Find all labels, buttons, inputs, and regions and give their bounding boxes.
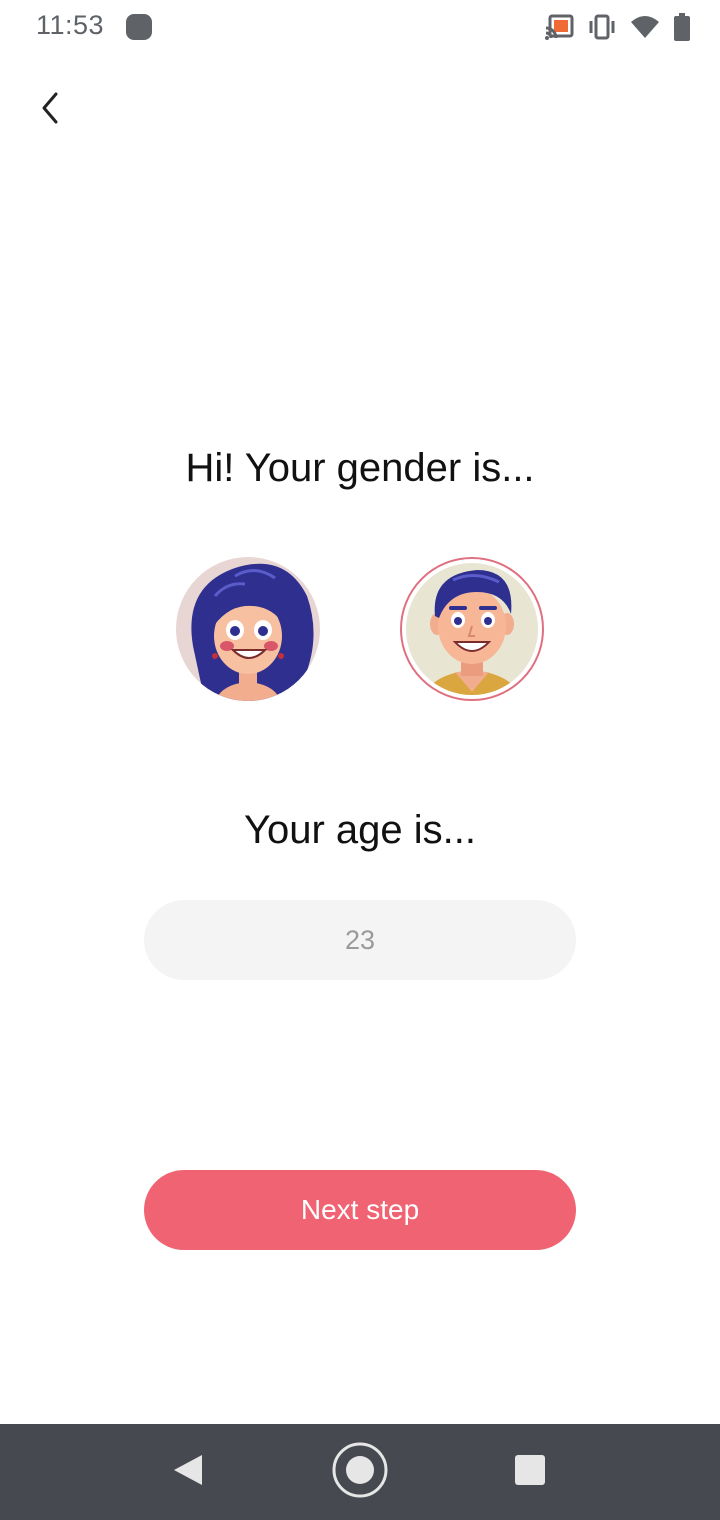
- battery-icon: [674, 13, 690, 41]
- gender-title: Hi! Your gender is...: [185, 446, 535, 490]
- vibrate-icon: [588, 14, 616, 40]
- next-step-button[interactable]: Next step: [144, 1170, 576, 1250]
- chevron-left-icon: [38, 90, 62, 131]
- wifi-icon: [630, 14, 660, 40]
- nav-recents-button[interactable]: [500, 1442, 560, 1502]
- status-time: 11:53: [36, 10, 105, 40]
- male-avatar-icon: [399, 556, 545, 702]
- gender-age-screen: 11:53 Hi! Your gender is... Your age is.…: [0, 0, 720, 1520]
- age-title: Your age is...: [243, 808, 476, 852]
- nav-home-icon: [331, 1441, 389, 1504]
- nav-home-button[interactable]: [330, 1442, 390, 1502]
- age-input[interactable]: 23: [144, 900, 576, 980]
- age-value: 23: [344, 924, 376, 955]
- nav-recents-icon: [514, 1454, 546, 1491]
- cast-icon: [544, 14, 574, 40]
- gender-option-male[interactable]: [399, 556, 545, 702]
- status-icons: [544, 10, 690, 44]
- status-bar: 11:53: [0, 0, 720, 56]
- nav-back-icon: [172, 1453, 204, 1492]
- navigation-bar: [0, 1424, 720, 1520]
- back-button[interactable]: [22, 82, 78, 138]
- gender-option-female[interactable]: [175, 556, 321, 702]
- female-avatar-icon: [175, 556, 321, 702]
- nav-back-button[interactable]: [158, 1442, 218, 1502]
- record-dot-icon: [126, 14, 152, 40]
